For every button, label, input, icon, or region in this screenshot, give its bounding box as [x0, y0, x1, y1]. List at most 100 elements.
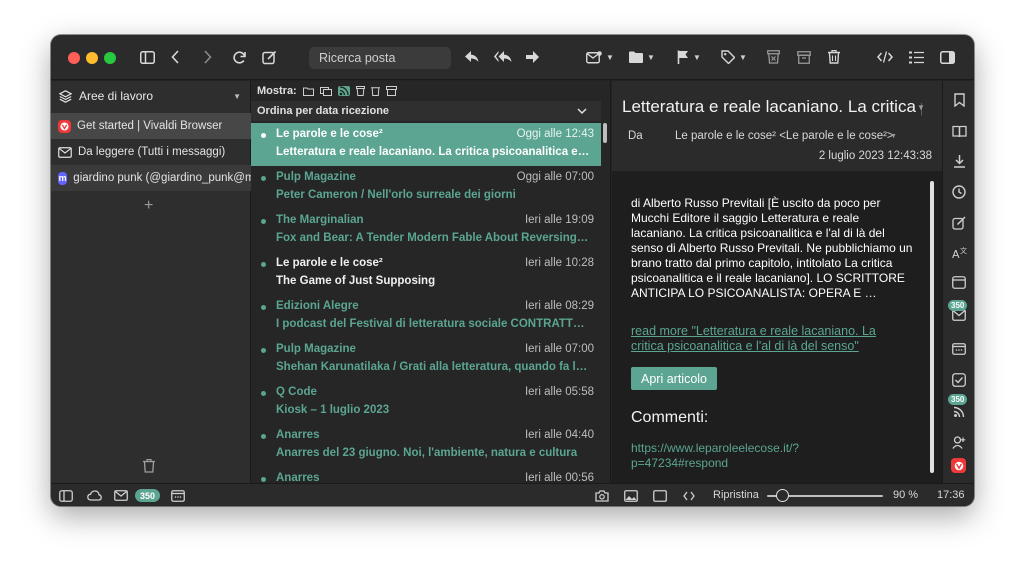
trash-icon[interactable]: [143, 458, 155, 476]
workspaces-menu[interactable]: Aree di lavoro ▼: [51, 81, 251, 111]
archive-icon[interactable]: [797, 47, 811, 67]
sync-cloud-icon[interactable]: [87, 488, 102, 503]
window-panel-icon[interactable]: [950, 273, 968, 291]
unread-dot: [261, 133, 266, 138]
reading-pane: Letteratura e reale lacaniano. La critic…: [612, 81, 942, 483]
reply-all-icon[interactable]: [494, 47, 512, 67]
message-row[interactable]: Le parole e le cose² Ieri alle 10:28 The…: [251, 252, 601, 295]
folder-filter-icon[interactable]: [302, 87, 314, 96]
threads-filter-icon[interactable]: [319, 86, 332, 96]
add-account-icon[interactable]: +: [144, 197, 153, 215]
reading-pane-toggle-icon[interactable]: [940, 47, 955, 67]
sidebar-item-label: giardino punk (@giardino_punk@mastodon.u…: [73, 172, 251, 184]
sidebar-item-da-leggere[interactable]: Da leggere (Tutti i messaggi): [51, 139, 251, 165]
close-window-button[interactable]: [68, 52, 80, 64]
move-folder-dropdown[interactable]: ▼: [629, 47, 655, 67]
status-bar: 350 Ripristina 90 % 17:36: [51, 483, 974, 506]
history-icon[interactable]: [950, 183, 968, 201]
message-list-scrollbar[interactable]: [603, 123, 607, 143]
page-actions-icon[interactable]: [683, 488, 695, 503]
feeds-filter-icon[interactable]: [337, 86, 350, 96]
message-sender: Q Code: [276, 386, 317, 398]
downloads-icon[interactable]: [950, 152, 968, 170]
page-tiling-icon[interactable]: [653, 488, 667, 503]
compose-icon[interactable]: [262, 47, 277, 67]
reading-list-icon[interactable]: [950, 122, 968, 140]
chevron-down-icon[interactable]: ▼: [890, 133, 897, 140]
sort-dropdown[interactable]: Ordina per data ricezione: [251, 101, 601, 121]
archive-filter-icon[interactable]: [385, 86, 397, 96]
message-row[interactable]: Edizioni Alegre Ieri alle 08:29 I podcas…: [251, 295, 601, 338]
side-panel: A文 350 350: [942, 81, 974, 483]
message-subject: I podcast del Festival di letteratura so…: [276, 318, 590, 330]
images-toggle-icon[interactable]: [624, 488, 638, 503]
chevron-down-icon[interactable]: ▼: [917, 103, 925, 112]
sidebar-item-get-started[interactable]: Get started | Vivaldi Browser: [51, 113, 251, 139]
spam-filter-icon[interactable]: [355, 86, 365, 96]
toolbar: ▼ ▼ ▼ ▼: [51, 35, 974, 80]
message-row[interactable]: Pulp Magazine Ieri alle 07:00 Shehan Kar…: [251, 338, 601, 381]
tasks-icon[interactable]: [950, 371, 968, 389]
back-icon[interactable]: [171, 47, 180, 67]
zoom-reset-button[interactable]: Ripristina: [713, 489, 759, 501]
mail-search-input[interactable]: [309, 47, 451, 69]
message-subject: Anarres del 23 giugno. Noi, l'ambiente, …: [276, 447, 578, 459]
message-sender: Pulp Magazine: [276, 171, 356, 183]
reading-pane-scrollbar[interactable]: [930, 181, 934, 473]
message-subject: The Game of Just Supposing: [276, 275, 436, 287]
message-sender: Le parole e le cose²: [276, 257, 383, 269]
message-subject: Fox and Bear: A Tender Modern Fable Abou…: [276, 232, 590, 244]
view-source-icon[interactable]: [877, 47, 893, 67]
panel-toggle-icon[interactable]: [59, 488, 73, 503]
forward-icon[interactable]: [203, 47, 212, 67]
message-row[interactable]: Q Code Ieri alle 05:58 Kiosk – 1 luglio …: [251, 381, 601, 424]
message-row[interactable]: The Marginalian Ieri alle 19:09 Fox and …: [251, 209, 601, 252]
mail-status-icon[interactable]: [114, 488, 128, 503]
chevron-down-icon: [577, 106, 587, 116]
feeds-icon[interactable]: [950, 403, 968, 421]
bookmark-icon[interactable]: [950, 91, 968, 109]
message-row[interactable]: Anarres Ieri alle 00:56: [251, 467, 601, 483]
sidebar-item-mastodon[interactable]: m giardino punk (@giardino_punk@mastodon…: [51, 165, 251, 191]
from-address[interactable]: Le parole e le cose² <Le parole e le cos…: [675, 130, 894, 142]
spam-icon[interactable]: [767, 47, 780, 67]
calendar-icon[interactable]: [950, 339, 968, 357]
contacts-icon[interactable]: [950, 433, 968, 451]
message-time: Oggi alle 07:00: [516, 171, 594, 183]
zoom-level: 90 %: [893, 489, 919, 501]
trash-filter-icon[interactable]: [370, 86, 380, 96]
translate-icon[interactable]: A文: [950, 244, 968, 262]
sort-label: Ordina per data ricezione: [257, 105, 390, 117]
notes-icon[interactable]: [950, 214, 968, 232]
zoom-slider-handle[interactable]: [775, 489, 789, 502]
chevron-down-icon: ▼: [647, 52, 655, 62]
flag-dropdown[interactable]: ▼: [677, 47, 701, 67]
reload-icon[interactable]: [232, 47, 247, 67]
capture-icon[interactable]: [595, 488, 609, 503]
vivaldi-menu-icon[interactable]: [951, 458, 966, 473]
message-time: Ieri alle 07:00: [524, 343, 594, 355]
workspaces-label: Aree di lavoro: [79, 89, 154, 103]
forward-mail-icon[interactable]: [526, 47, 539, 67]
message-row[interactable]: Anarres Ieri alle 04:40 Anarres del 23 g…: [251, 424, 601, 467]
open-article-button[interactable]: Apri articolo: [631, 367, 717, 390]
message-row[interactable]: Pulp Magazine Oggi alle 07:00 Peter Came…: [251, 166, 601, 209]
panel-toggle-icon[interactable]: [140, 47, 155, 67]
maximize-window-button[interactable]: [104, 52, 116, 64]
reply-icon[interactable]: [465, 47, 479, 67]
chevron-down-icon: ▼: [606, 52, 614, 62]
message-row[interactable]: Le parole e le cose² Oggi alle 12:43 Let…: [251, 123, 601, 166]
minimize-window-button[interactable]: [86, 52, 98, 64]
message-subject: Kiosk – 1 luglio 2023: [276, 404, 390, 416]
show-label: Mostra:: [257, 85, 297, 97]
read-more-link[interactable]: read more "Letteratura e reale lacaniano…: [631, 324, 901, 354]
label-tag-dropdown[interactable]: ▼: [721, 47, 747, 67]
chevron-down-icon: ▼: [233, 92, 241, 101]
trash-icon[interactable]: [828, 47, 840, 67]
message-time: Oggi alle 12:43: [516, 128, 594, 140]
calendar-status-icon[interactable]: [171, 488, 185, 503]
mark-mail-dropdown[interactable]: ▼: [586, 47, 614, 67]
comments-link[interactable]: https://www.leparoleelecose.it/?p=47234#…: [631, 441, 851, 471]
message-list: Mostra: Ordina per data ricezione Le par…: [251, 81, 611, 483]
list-view-icon[interactable]: [909, 47, 924, 67]
